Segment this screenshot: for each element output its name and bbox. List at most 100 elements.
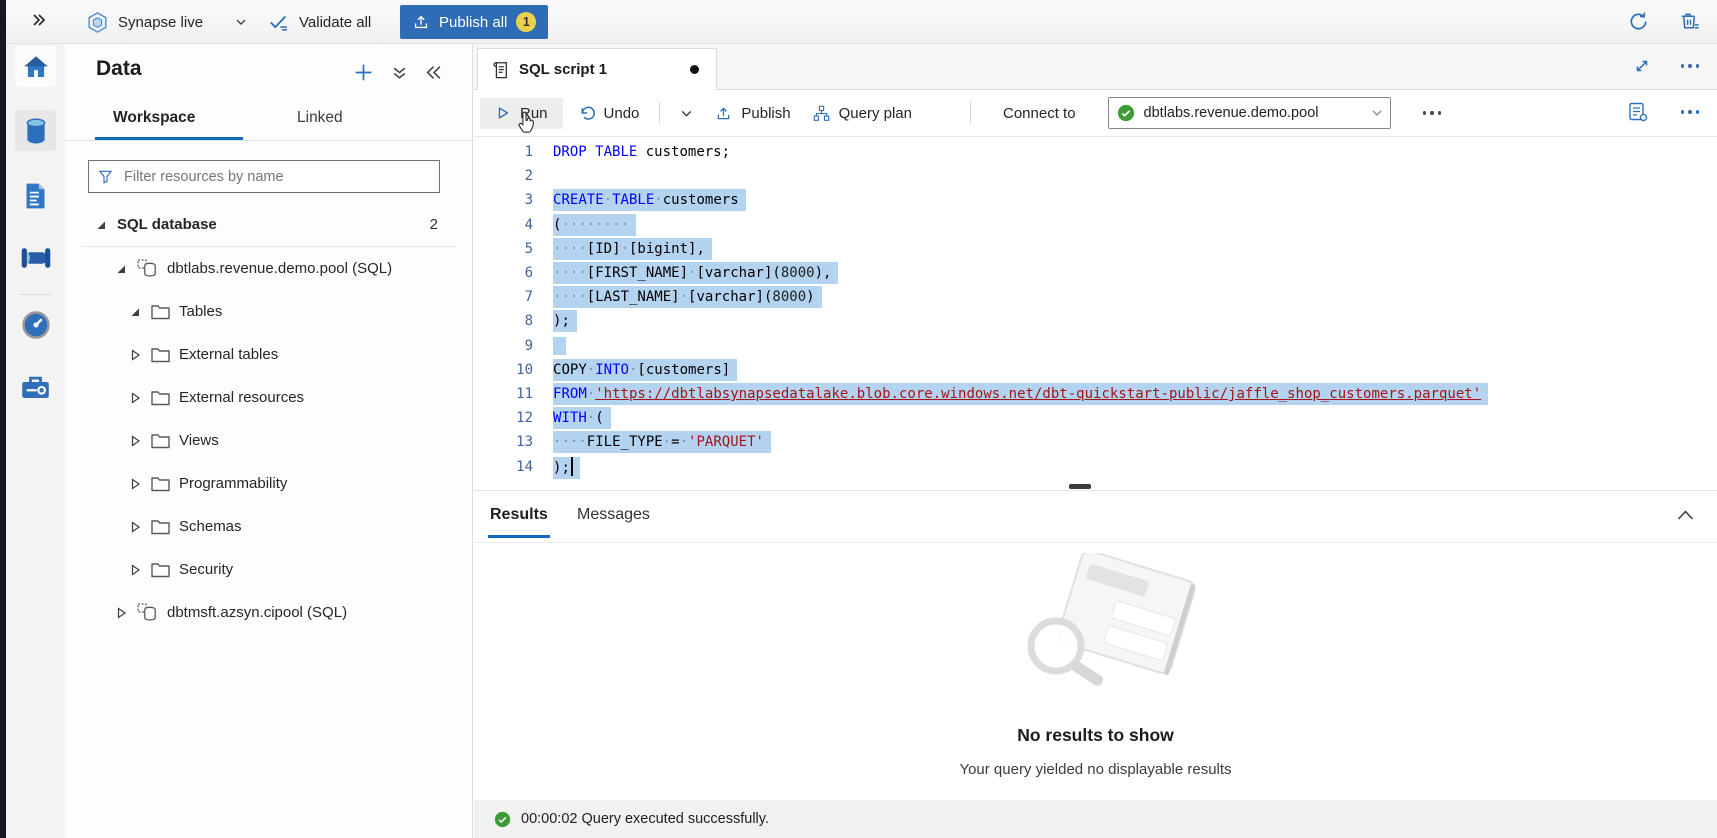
code-line-13[interactable]: 13····FILE_TYPE·=·'PARQUET'	[474, 430, 1717, 454]
expand-node-icon[interactable]	[127, 478, 143, 490]
view-properties-icon[interactable]	[1627, 101, 1649, 123]
tree-item-schemas[interactable]: Schemas	[65, 505, 472, 548]
run-button[interactable]: Run	[480, 98, 563, 129]
sql-script-icon	[491, 60, 509, 80]
selection-highlight	[553, 337, 566, 355]
publish-button[interactable]: Publish	[704, 98, 801, 129]
expand-node-icon[interactable]	[127, 564, 143, 576]
expand-node-icon[interactable]	[113, 607, 129, 619]
pool-selector[interactable]: dbtlabs.revenue.demo.pool	[1108, 97, 1391, 129]
collapse-node-icon[interactable]	[127, 306, 143, 318]
script-toolbar: Run Undo	[474, 90, 1717, 137]
tab-workspace[interactable]: Workspace	[113, 109, 195, 127]
publish-upload-icon	[715, 105, 732, 122]
tree-item-dbtmsft-azsyn-cipool-sql[interactable]: dbtmsft.azsyn.cipool (SQL)	[65, 591, 472, 634]
nav-manage[interactable]	[15, 367, 56, 408]
expand-node-icon[interactable]	[127, 521, 143, 533]
tree-item-dbtlabs-revenue-demo-pool-sql[interactable]: dbtlabs.revenue.demo.pool (SQL)	[65, 247, 472, 290]
folder-icon	[151, 390, 170, 406]
code-line-11[interactable]: 11FROM·'https://dbtlabsynapsedatalake.bl…	[474, 382, 1717, 406]
more-toolbar-actions-icon[interactable]	[1423, 111, 1442, 115]
tree-item-external-tables[interactable]: External tables	[65, 333, 472, 376]
code-line-10[interactable]: 10COPY·INTO·[customers]	[474, 358, 1717, 382]
editor-tab-bar: SQL script 1	[474, 44, 1717, 90]
double-chevron-right-icon[interactable]	[30, 11, 48, 29]
status-text: 00:00:02 Query executed successfully.	[521, 811, 769, 827]
code-line-6[interactable]: 6 ····[FIRST_NAME]·[varchar](8000),	[474, 261, 1717, 285]
tree-item-programmability[interactable]: Programmability	[65, 462, 472, 505]
expand-all-icon[interactable]	[391, 64, 408, 82]
environment-selector[interactable]: Synapse live	[86, 7, 248, 37]
selection-highlight: ····[ID]·[bigint],	[553, 238, 712, 260]
tree-item-views[interactable]: Views	[65, 419, 472, 462]
selection-highlight: ····[FIRST_NAME]·[varchar](8000),	[553, 262, 838, 284]
code-line-4[interactable]: 4(········	[474, 213, 1717, 237]
toolbar-divider	[970, 102, 971, 124]
expand-node-icon[interactable]	[127, 392, 143, 404]
code-line-3[interactable]: 3CREATE·TABLE·customers	[474, 188, 1717, 212]
tree-item-tables[interactable]: Tables	[65, 290, 472, 333]
collapse-node-icon[interactable]	[113, 263, 129, 275]
folder-icon	[151, 304, 170, 320]
filter-input[interactable]	[122, 168, 430, 186]
filter-funnel-icon	[98, 169, 113, 184]
line-number: 7	[474, 289, 533, 305]
more-actions-icon[interactable]	[1681, 64, 1700, 68]
sql-code-editor[interactable]: 1DROP TABLE customers;23CREATE·TABLE·cus…	[474, 137, 1717, 490]
line-number: 4	[474, 217, 533, 233]
code-line-2[interactable]: 2	[474, 164, 1717, 188]
nav-integrate[interactable]	[15, 237, 56, 278]
code-line-14[interactable]: 14);	[474, 454, 1717, 478]
expand-node-icon[interactable]	[127, 435, 143, 447]
nav-home[interactable]	[15, 46, 56, 87]
tree-item-sql-database[interactable]: SQL database2	[65, 203, 472, 246]
code-line-5[interactable]: 5····[ID]·[bigint],	[474, 237, 1717, 261]
chevron-down-icon[interactable]	[234, 15, 248, 29]
nav-monitor[interactable]	[15, 304, 56, 345]
line-number: 6	[474, 265, 533, 281]
tree-item-label: External resources	[179, 389, 304, 406]
add-icon[interactable]	[353, 62, 374, 83]
active-tab-underline	[488, 535, 550, 538]
code-line-12[interactable]: 12WITH·(	[474, 406, 1717, 430]
tab-results[interactable]: Results	[490, 506, 548, 524]
code-line-9[interactable]: 9	[474, 334, 1717, 358]
nav-data[interactable]	[15, 110, 56, 151]
pane-splitter-handle[interactable]	[1069, 484, 1091, 489]
synapse-studio-window: Synapse live Validate all Publish all	[0, 0, 1717, 838]
tree-item-external-resources[interactable]: External resources	[65, 376, 472, 419]
code-line-1[interactable]: 1DROP TABLE customers;	[474, 140, 1717, 164]
expand-editor-icon[interactable]	[1633, 57, 1651, 75]
chevron-up-icon[interactable]	[1676, 508, 1695, 522]
line-number: 1	[474, 144, 533, 160]
expand-node-icon[interactable]	[127, 349, 143, 361]
validate-all-label: Validate all	[299, 14, 371, 31]
chevron-down-icon	[1370, 106, 1384, 120]
nav-develop[interactable]	[15, 175, 56, 216]
tree-item-label: Security	[179, 561, 233, 578]
selection-highlight: CREATE·TABLE·customers	[553, 189, 746, 211]
publish-all-button[interactable]: Publish all 1	[400, 5, 548, 39]
validate-all-button[interactable]: Validate all	[268, 7, 371, 37]
more-actions-icon[interactable]	[1681, 110, 1700, 114]
refresh-icon[interactable]	[1627, 10, 1650, 33]
run-options-chevron-icon[interactable]	[679, 106, 694, 121]
tree-item-security[interactable]: Security	[65, 548, 472, 591]
query-plan-button[interactable]: Query plan	[802, 98, 923, 129]
gauge-icon	[21, 310, 51, 340]
tab-linked[interactable]: Linked	[297, 109, 343, 127]
collapse-node-icon[interactable]	[93, 219, 109, 231]
database-icon	[137, 603, 158, 622]
tree-item-label: SQL database	[117, 216, 217, 233]
data-panel: Data Workspace Linked SQL database2dbtla…	[65, 44, 473, 838]
text-cursor	[571, 457, 573, 476]
code-line-7[interactable]: 7····[LAST_NAME]·[varchar](8000)	[474, 285, 1717, 309]
undo-button[interactable]: Undo	[567, 98, 651, 129]
discard-icon[interactable]	[1678, 10, 1701, 33]
tab-messages[interactable]: Messages	[577, 506, 650, 524]
code-line-8[interactable]: 8);	[474, 309, 1717, 333]
publish-label: Publish	[741, 105, 790, 122]
pool-selector-value: dbtlabs.revenue.demo.pool	[1144, 105, 1319, 121]
sql-script-tab[interactable]: SQL script 1	[477, 48, 717, 90]
collapse-panel-icon[interactable]	[425, 64, 442, 81]
